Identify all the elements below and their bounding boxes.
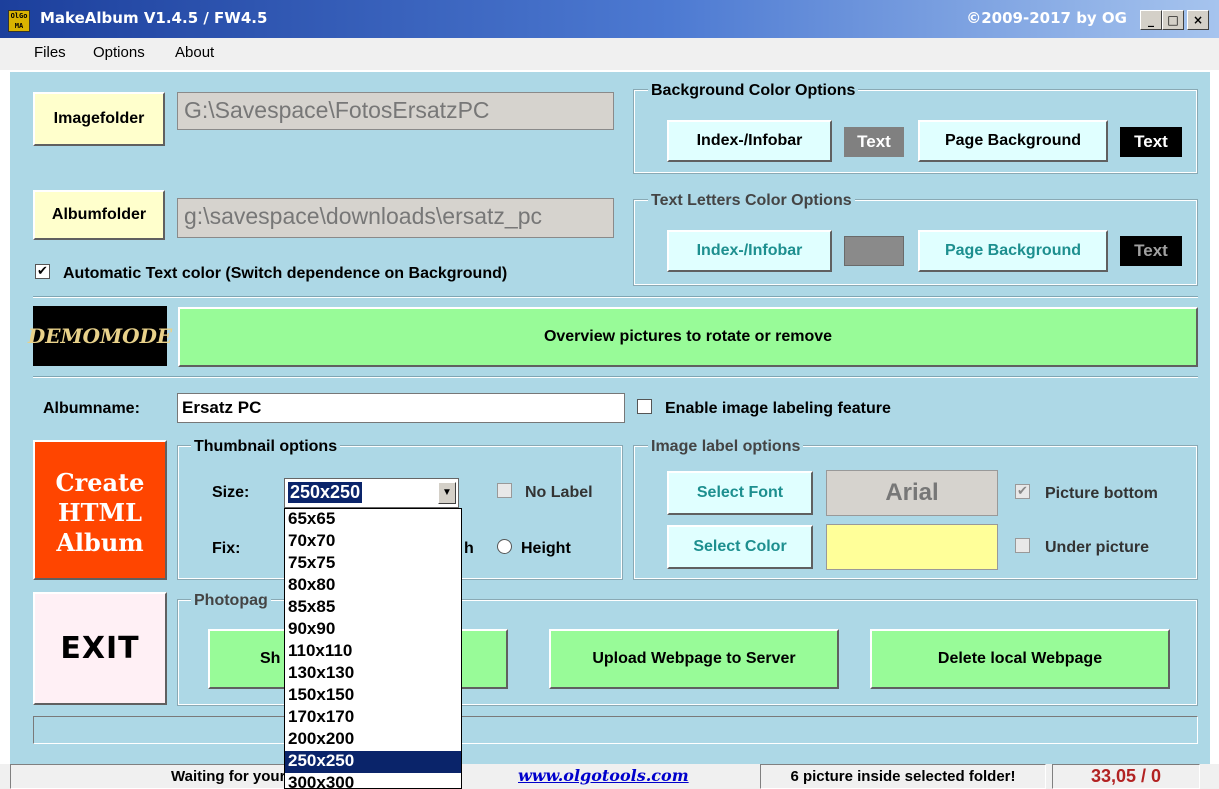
separator bbox=[33, 376, 1198, 378]
size-option[interactable]: 65x65 bbox=[285, 509, 461, 531]
picture-bottom-checkbox[interactable]: ✔ bbox=[1015, 484, 1030, 499]
minimize-button[interactable]: _ bbox=[1140, 10, 1162, 30]
text-page-swatch: Text bbox=[1120, 236, 1182, 266]
exit-button[interactable]: EXIT bbox=[33, 592, 167, 705]
bg-page-swatch: Text bbox=[1120, 127, 1182, 157]
thumbnail-options-title: Thumbnail options bbox=[191, 438, 341, 456]
separator bbox=[33, 296, 1198, 298]
select-font-button[interactable]: Select Font bbox=[667, 471, 813, 515]
image-label-options-title: Image label options bbox=[648, 438, 804, 456]
fix-label: Fix: bbox=[212, 540, 241, 557]
imagefolder-button[interactable]: Imagefolder bbox=[33, 92, 165, 146]
window-title: MakeAlbum V1.4.5 / FW4.5 bbox=[40, 9, 268, 27]
app-icon: OlGo MA bbox=[8, 10, 30, 32]
label-color-swatch bbox=[826, 524, 998, 570]
fix-width-label: h bbox=[464, 540, 474, 557]
size-select-value: 250x250 bbox=[288, 482, 363, 503]
bg-index-infobar-button[interactable]: Index-/Infobar bbox=[667, 120, 832, 162]
select-color-button[interactable]: Select Color bbox=[667, 525, 813, 569]
website-link[interactable]: www.olgotools.com bbox=[518, 766, 689, 785]
auto-text-color-label: Automatic Text color (Switch dependence … bbox=[63, 265, 508, 282]
close-button[interactable]: × bbox=[1187, 10, 1209, 30]
size-option[interactable]: 200x200 bbox=[285, 729, 461, 751]
size-option[interactable]: 250x250 bbox=[285, 751, 461, 773]
size-option[interactable]: 90x90 bbox=[285, 619, 461, 641]
picture-count-status: 6 picture inside selected folder! bbox=[760, 764, 1046, 789]
title-bar[interactable]: OlGo MA MakeAlbum V1.4.5 / FW4.5 ©2009-2… bbox=[0, 0, 1219, 38]
chevron-down-icon[interactable]: ▼ bbox=[438, 482, 456, 504]
under-picture-checkbox[interactable] bbox=[1015, 538, 1030, 553]
bg-index-swatch: Text bbox=[844, 127, 904, 157]
overview-pictures-button[interactable]: Overview pictures to rotate or remove bbox=[178, 307, 1198, 367]
size-option[interactable]: 130x130 bbox=[285, 663, 461, 685]
enable-labeling-label: Enable image labeling feature bbox=[665, 400, 891, 417]
albumname-label: Albumname: bbox=[43, 400, 140, 417]
font-preview: Arial bbox=[826, 470, 998, 516]
size-select[interactable]: 250x250 ▼ bbox=[284, 478, 459, 508]
status-value: 33,05 / 0 bbox=[1052, 764, 1200, 789]
text-index-infobar-button[interactable]: Index-/Infobar bbox=[667, 230, 832, 272]
size-option[interactable]: 70x70 bbox=[285, 531, 461, 553]
copyright-text: ©2009-2017 by OG bbox=[966, 9, 1127, 27]
albumfolder-button[interactable]: Albumfolder bbox=[33, 190, 165, 240]
menu-options[interactable]: Options bbox=[93, 44, 145, 61]
size-label: Size: bbox=[212, 484, 250, 501]
text-index-swatch bbox=[844, 236, 904, 266]
text-color-options-title: Text Letters Color Options bbox=[648, 192, 855, 210]
upload-webpage-button[interactable]: Upload Webpage to Server bbox=[549, 629, 839, 689]
size-option[interactable]: 75x75 bbox=[285, 553, 461, 575]
under-picture-label: Under picture bbox=[1045, 539, 1150, 556]
no-label-checkbox[interactable] bbox=[497, 483, 512, 498]
imagefolder-path[interactable]: G:\Savespace\FotosErsatzPC bbox=[177, 92, 614, 130]
size-option[interactable]: 300x300 bbox=[285, 773, 461, 788]
menu-bar: Files Options About bbox=[0, 38, 1219, 70]
albumfolder-path[interactable]: g:\savespace\downloads\ersatz_pc bbox=[177, 198, 614, 238]
size-option[interactable]: 80x80 bbox=[285, 575, 461, 597]
menu-about[interactable]: About bbox=[175, 44, 214, 61]
photopage-title: Photopag bbox=[191, 592, 271, 610]
menu-files[interactable]: Files bbox=[34, 44, 66, 61]
enable-labeling-checkbox[interactable] bbox=[637, 399, 652, 414]
picture-bottom-label: Picture bottom bbox=[1045, 485, 1158, 502]
height-label: Height bbox=[521, 540, 571, 557]
size-option[interactable]: 110x110 bbox=[285, 641, 461, 663]
text-page-background-button[interactable]: Page Background bbox=[918, 230, 1108, 272]
size-option[interactable]: 170x170 bbox=[285, 707, 461, 729]
demomode-logo: DEMOMODE bbox=[28, 306, 172, 366]
height-radio[interactable] bbox=[497, 539, 512, 554]
delete-local-webpage-button[interactable]: Delete local Webpage bbox=[870, 629, 1170, 689]
size-option[interactable]: 85x85 bbox=[285, 597, 461, 619]
create-html-album-button[interactable]: Create HTML Album bbox=[33, 440, 167, 580]
size-dropdown-list[interactable]: 65x65 70x70 75x75 80x80 85x85 90x90 110x110 130… bbox=[284, 508, 462, 789]
progress-bar bbox=[33, 716, 1198, 744]
auto-text-color-checkbox[interactable]: ✔ bbox=[35, 264, 50, 279]
albumname-input[interactable]: Ersatz PC bbox=[177, 393, 625, 423]
bg-page-background-button[interactable]: Page Background bbox=[918, 120, 1108, 162]
size-option[interactable]: 150x150 bbox=[285, 685, 461, 707]
maximize-button[interactable]: □ bbox=[1162, 10, 1184, 30]
bg-color-options-title: Background Color Options bbox=[648, 82, 859, 100]
no-label-label: No Label bbox=[525, 484, 593, 501]
